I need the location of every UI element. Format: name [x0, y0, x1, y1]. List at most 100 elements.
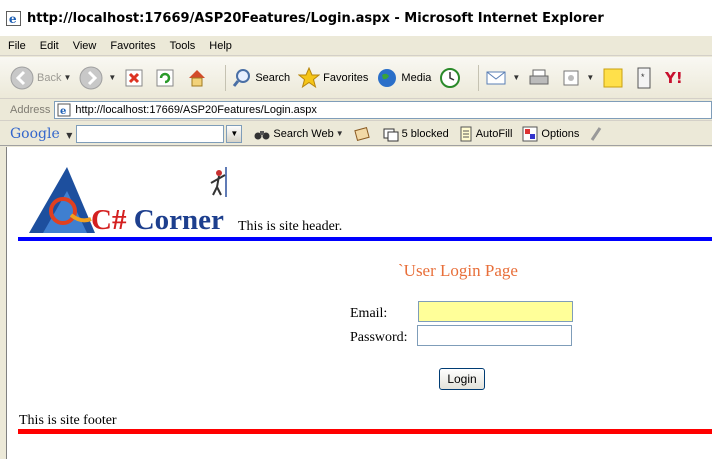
news-button[interactable]: [353, 126, 373, 142]
history-icon: [440, 67, 461, 88]
history-button[interactable]: [439, 67, 464, 89]
toolbar-separator: [478, 64, 480, 91]
phone-icon: *: [637, 67, 651, 88]
search-web-dropdown-icon[interactable]: ▼: [336, 129, 344, 138]
back-arrow-icon: [10, 66, 34, 89]
address-url: http://localhost:17669/ASP20Features/Log…: [75, 104, 317, 116]
address-input[interactable]: e http://localhost:17669/ASP20Features/L…: [54, 101, 712, 119]
password-label: Password:: [350, 330, 408, 345]
menu-view[interactable]: View: [73, 40, 97, 52]
highlight-button[interactable]: [589, 126, 606, 142]
google-toolbar: Google ▼ ▼ Search Web ▼ 5 blocked AutoFi…: [0, 122, 712, 146]
logo-text-rest: Corner: [126, 204, 224, 236]
web-page-content: C# Corner This is site header. `User Log…: [6, 147, 712, 459]
forward-button[interactable]: ▼: [79, 66, 116, 90]
footer-divider: [18, 429, 712, 434]
edit-page-icon: [563, 70, 579, 85]
edit-button[interactable]: ▼: [561, 68, 594, 88]
options-icon: [522, 126, 538, 141]
google-logo-text: Google: [10, 125, 60, 142]
menu-tools[interactable]: Tools: [170, 40, 196, 52]
refresh-icon: [156, 69, 174, 86]
stop-icon: [125, 69, 143, 86]
logo-text-accent: C#: [91, 204, 127, 236]
news-icon: [353, 126, 370, 141]
address-bar: Address e http://localhost:17669/ASP20Fe…: [0, 100, 712, 121]
print-button[interactable]: [528, 67, 553, 89]
email-label: Email:: [350, 306, 388, 321]
star-icon: [298, 66, 321, 88]
menu-help[interactable]: Help: [209, 40, 232, 52]
login-button[interactable]: Login: [439, 368, 485, 390]
search-web-button[interactable]: Search Web ▼: [254, 127, 344, 141]
search-icon: [233, 68, 251, 87]
printer-icon: [529, 69, 549, 84]
popup-blocker-button[interactable]: 5 blocked: [383, 126, 449, 142]
header-divider: [18, 237, 712, 241]
google-logo[interactable]: Google ▼: [10, 126, 72, 142]
google-search-dropdown[interactable]: ▼: [226, 124, 243, 143]
favorites-button[interactable]: Favorites: [298, 66, 369, 89]
menu-favorites[interactable]: Favorites: [110, 40, 155, 52]
window-title: http://localhost:17669/ASP20Features/Log…: [27, 10, 604, 26]
search-web-label: Search Web: [273, 127, 334, 140]
back-dropdown-icon[interactable]: ▼: [63, 73, 71, 82]
back-label: Back: [37, 71, 62, 84]
yahoo-icon: Y!: [664, 69, 683, 87]
login-page-title: `User Login Page: [398, 261, 518, 280]
forward-arrow-icon: [79, 66, 103, 89]
menu-bar: File Edit View Favorites Tools Help: [0, 36, 712, 56]
stop-button[interactable]: [124, 68, 147, 88]
home-button[interactable]: [186, 67, 211, 89]
climber-figure-icon: [210, 167, 227, 197]
toolbar-separator: [225, 64, 227, 91]
pencil-icon: [591, 126, 602, 141]
options-label: Options: [541, 127, 580, 140]
page-icon: e: [57, 103, 71, 117]
edit-dropdown-icon[interactable]: ▼: [586, 73, 594, 82]
site-header-text: This is site header.: [238, 219, 343, 234]
svg-text:e: e: [9, 12, 17, 26]
favorites-label: Favorites: [323, 71, 369, 84]
svg-text:*: *: [641, 72, 645, 82]
csharp-corner-logo: C# Corner: [29, 167, 227, 236]
binoculars-icon: [254, 130, 270, 139]
svg-text:e: e: [60, 106, 66, 117]
search-button[interactable]: Search: [232, 68, 290, 88]
mail-dropdown-icon[interactable]: ▼: [512, 73, 520, 82]
google-menu-dropdown-icon[interactable]: ▼: [66, 131, 72, 140]
options-button[interactable]: Options: [522, 126, 579, 142]
site-header: C# Corner This is site header.: [17, 163, 712, 239]
email-field[interactable]: [418, 301, 573, 322]
svg-text:Y!: Y!: [664, 69, 683, 87]
logo-text: C# Corner: [91, 204, 224, 236]
mail-icon: [486, 71, 506, 84]
password-field[interactable]: [417, 325, 572, 346]
refresh-button[interactable]: [155, 68, 178, 88]
autofill-label: AutoFill: [475, 127, 513, 140]
mail-button[interactable]: ▼: [485, 67, 520, 89]
discuss-button[interactable]: [602, 67, 627, 89]
yahoo-button[interactable]: Y!: [664, 67, 689, 89]
menu-file[interactable]: File: [8, 40, 26, 52]
messenger-button[interactable]: *: [635, 67, 656, 89]
home-icon: [189, 69, 206, 86]
media-button[interactable]: Media: [376, 67, 431, 89]
address-label: Address: [10, 104, 51, 116]
sticky-note-icon: [603, 68, 623, 87]
standard-toolbar: Back ▼ ▼ Search Favorites Media ▼ ▼ * Y!: [0, 57, 712, 99]
media-globe-icon: [378, 68, 397, 87]
forward-dropdown-icon[interactable]: ▼: [108, 73, 116, 82]
window-title-bar: e http://localhost:17669/ASP20Features/L…: [0, 0, 712, 36]
autofill-icon: [460, 126, 472, 141]
menu-edit[interactable]: Edit: [40, 40, 59, 52]
popup-blocker-icon: [383, 128, 399, 141]
blocked-label: 5 blocked: [401, 127, 449, 140]
media-label: Media: [401, 71, 432, 84]
google-search-input[interactable]: [76, 124, 225, 143]
back-button[interactable]: Back ▼: [10, 66, 71, 90]
internet-explorer-icon: e: [6, 10, 21, 26]
site-footer-text: This is site footer: [19, 413, 117, 428]
search-label: Search: [255, 71, 291, 84]
autofill-button[interactable]: AutoFill: [459, 126, 513, 142]
